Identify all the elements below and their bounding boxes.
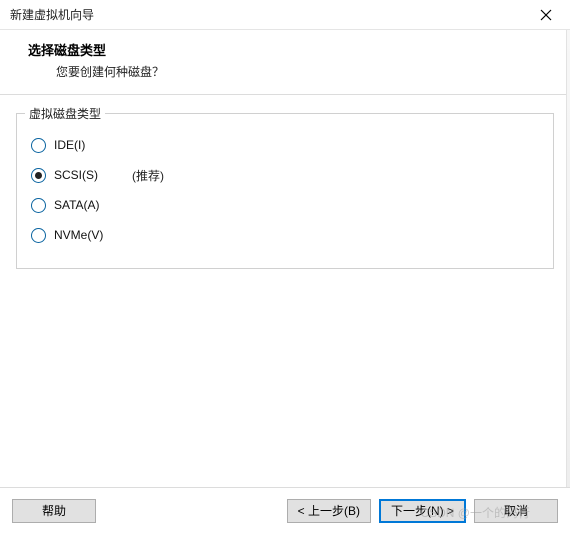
radio-label: SCSI(S) — [52, 168, 98, 182]
radio-label: NVMe(V) — [52, 228, 103, 242]
page-title: 选择磁盘类型 — [28, 40, 550, 59]
next-button[interactable]: 下一步(N) > — [379, 499, 466, 523]
radio-option-nvme[interactable]: NVMe(V) — [31, 220, 539, 250]
radio-hint: (推荐) — [104, 167, 164, 184]
titlebar: 新建虚拟机向导 — [0, 0, 570, 30]
right-edge — [566, 30, 570, 487]
radio-label: IDE(I) — [52, 138, 85, 152]
radio-icon — [31, 138, 46, 153]
content-area: 虚拟磁盘类型 IDE(I) SCSI(S) (推荐) SATA(A) NVMe(… — [0, 95, 570, 269]
window-title: 新建虚拟机向导 — [10, 6, 94, 23]
radio-label: SATA(A) — [52, 198, 100, 212]
close-icon — [540, 9, 552, 21]
back-button[interactable]: < 上一步(B) — [287, 499, 371, 523]
help-button[interactable]: 帮助 — [12, 499, 96, 523]
wizard-header: 选择磁盘类型 您要创建何种磁盘？ — [0, 30, 570, 95]
radio-option-scsi[interactable]: SCSI(S) (推荐) — [31, 160, 539, 190]
radio-option-sata[interactable]: SATA(A) — [31, 190, 539, 220]
page-subtitle: 您要创建何种磁盘？ — [28, 63, 550, 80]
radio-icon — [31, 198, 46, 213]
radio-icon — [31, 168, 46, 183]
radio-option-ide[interactable]: IDE(I) — [31, 130, 539, 160]
disk-type-group: 虚拟磁盘类型 IDE(I) SCSI(S) (推荐) SATA(A) NVMe(… — [16, 113, 554, 269]
radio-icon — [31, 228, 46, 243]
cancel-button[interactable]: 取消 — [474, 499, 558, 523]
wizard-footer: 帮助 < 上一步(B) 下一步(N) > 取消 — [0, 487, 570, 533]
group-legend: 虚拟磁盘类型 — [25, 105, 105, 122]
close-button[interactable] — [530, 3, 562, 27]
